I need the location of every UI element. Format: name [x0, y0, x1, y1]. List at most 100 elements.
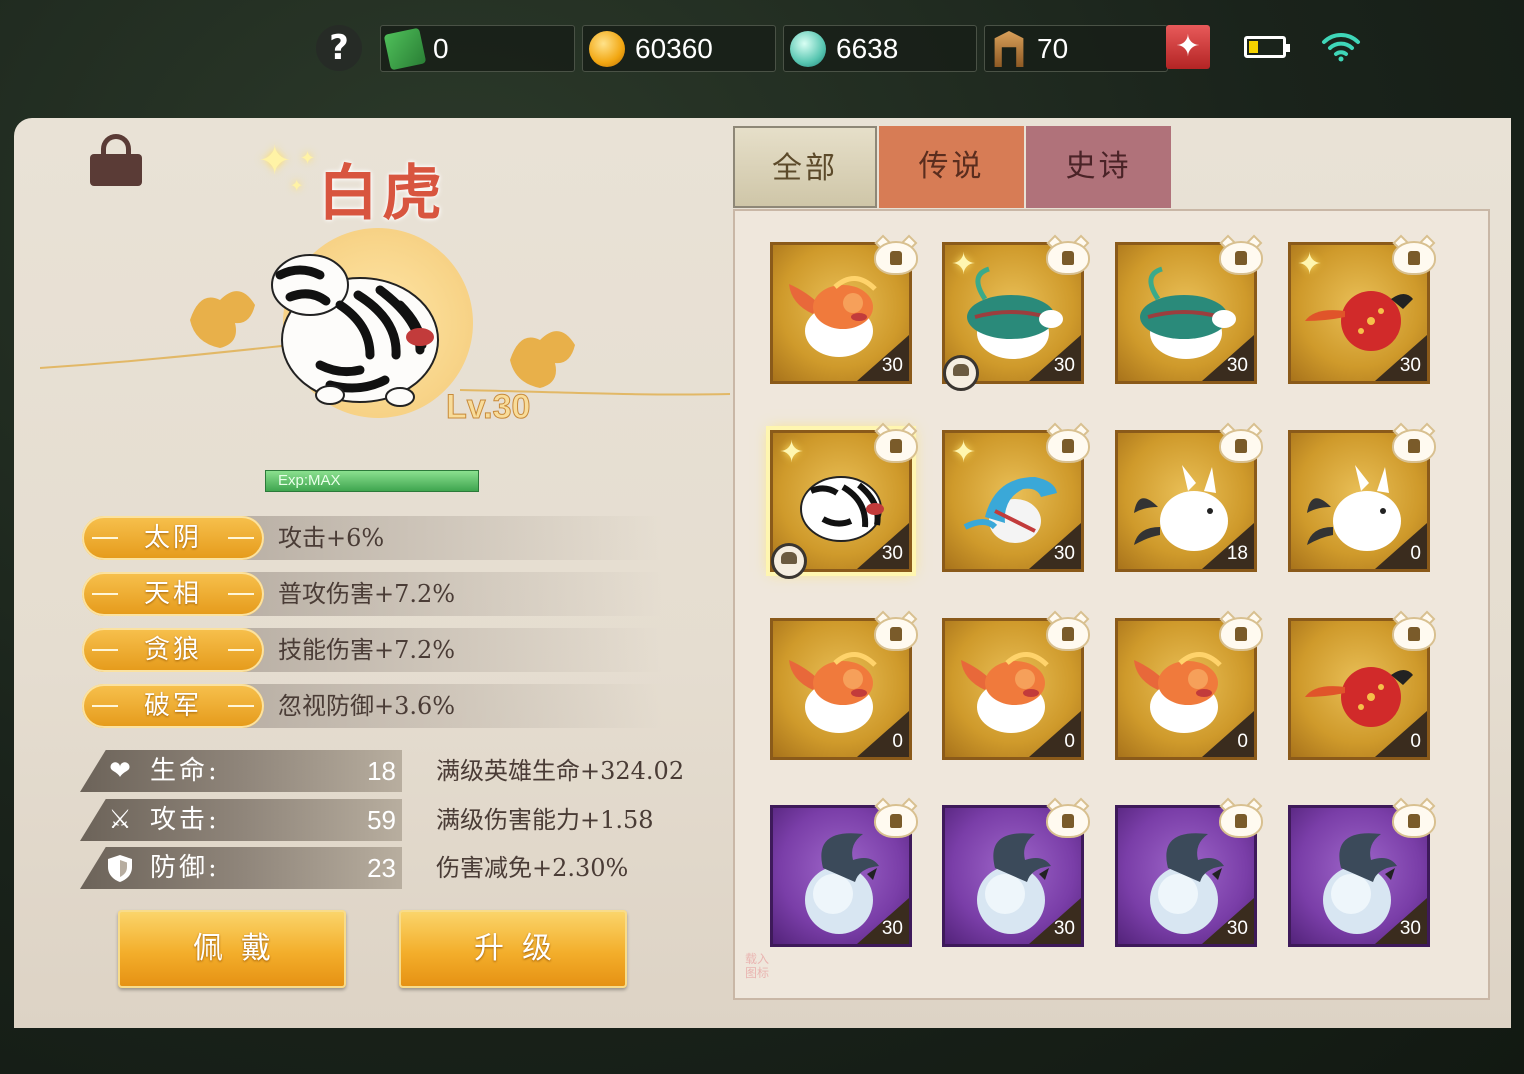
pet-card-bat[interactable]: 30 — [1288, 797, 1436, 947]
pet-card-fox[interactable]: 0 — [942, 610, 1090, 760]
wifi-icon — [1320, 30, 1362, 62]
pet-level: 30 — [881, 543, 903, 564]
attribute-desc: 普攻伤害+7.2% — [278, 580, 456, 608]
pet-level: 0 — [1410, 731, 1421, 752]
sparkle-icon: ✦ — [290, 176, 304, 195]
gold-counter[interactable]: 60360 — [582, 25, 776, 72]
sparkle-icon: ✦ — [951, 247, 977, 282]
pet-card-dragon[interactable]: ✦ 30 — [942, 422, 1090, 572]
gold-value: 60360 — [635, 33, 713, 64]
cat-lock-icon[interactable] — [1389, 610, 1439, 655]
ticket-icon — [383, 27, 427, 71]
top-bar: ? 0 60360 6638 70 ✦ — [0, 0, 1524, 100]
attribute-desc: 攻击+6% — [278, 524, 385, 552]
attribute-row: 破军 忽视防御+3.6% — [82, 684, 662, 728]
cat-lock-icon[interactable] — [1216, 797, 1266, 842]
pet-card-rabbit[interactable]: 18 — [1115, 422, 1263, 572]
cat-lock-icon[interactable] — [1389, 234, 1439, 279]
upgrade-button[interactable]: 升级 — [399, 910, 627, 988]
cat-lock-icon[interactable] — [871, 234, 921, 279]
pet-card-rabbit[interactable]: 0 — [1288, 422, 1436, 572]
sparkle-button[interactable]: ✦ — [1166, 25, 1210, 69]
pet-level: 0 — [1064, 731, 1075, 752]
pet-level: 18 — [1226, 543, 1248, 564]
gold-ingot-icon — [589, 31, 625, 67]
sparkle-icon: ✦ — [779, 435, 805, 470]
help-button[interactable]: ? — [316, 25, 362, 71]
tab-legendary[interactable]: 传说 — [879, 126, 1024, 208]
cat-lock-icon[interactable] — [1389, 797, 1439, 842]
attribute-desc: 技能伤害+7.2% — [278, 636, 456, 664]
attribute-tag: 太阴 — [82, 516, 264, 560]
pet-card-turtle[interactable]: 30 — [1115, 234, 1263, 384]
stat-row-hp: ❤ 生命: 18 满级英雄生命+324.02 — [80, 750, 740, 792]
equipped-badge-icon — [771, 543, 807, 579]
attribute-row: 贪狼 技能伤害+7.2% — [82, 628, 662, 672]
pet-card-fox[interactable]: 0 — [1115, 610, 1263, 760]
jade-icon — [790, 31, 826, 67]
cat-lock-icon[interactable] — [871, 610, 921, 655]
attribute-row: 天相 普攻伤害+7.2% — [82, 572, 662, 616]
cat-lock-icon[interactable] — [1216, 422, 1266, 467]
gate-icon — [994, 31, 1024, 67]
pet-card-turtle[interactable]: ✦ 30 — [942, 234, 1090, 391]
pet-card-fox[interactable]: 0 — [770, 610, 918, 760]
pet-level: 0 — [1237, 731, 1248, 752]
cat-lock-icon[interactable] — [1043, 422, 1093, 467]
tab-epic[interactable]: 史诗 — [1026, 126, 1171, 208]
pet-level: 30 — [1053, 355, 1075, 376]
pet-level: 30 — [1053, 918, 1075, 939]
watermark-stamp: 载入 图标 — [745, 952, 770, 980]
pet-card-bird[interactable]: 0 — [1288, 610, 1436, 760]
stat-row-defense: 防御: 23 伤害减免+2.30% — [80, 847, 740, 889]
sparkle-icon: ✦ — [258, 138, 292, 184]
pet-card-bat[interactable]: 30 — [770, 797, 918, 947]
pet-level: 30 — [1399, 918, 1421, 939]
hero-name: 白虎 — [318, 159, 446, 229]
pet-card-bat[interactable]: 30 — [1115, 797, 1263, 947]
pet-level: 30 — [1226, 355, 1248, 376]
equip-button[interactable]: 佩戴 — [118, 910, 346, 988]
exp-bar: Exp:MAX — [265, 470, 479, 492]
cat-lock-icon[interactable] — [871, 797, 921, 842]
pet-level: 30 — [881, 918, 903, 939]
sparkle-icon: ✦ — [1297, 247, 1323, 282]
sparkle-icon: ✦ — [951, 435, 977, 470]
jade-value: 6638 — [836, 33, 899, 64]
jade-counter[interactable]: 6638 — [783, 25, 977, 72]
attribute-desc: 忽视防御+3.6% — [278, 692, 456, 720]
exp-label: Exp:MAX — [278, 472, 341, 489]
cat-lock-icon[interactable] — [1043, 234, 1093, 279]
swords-icon: ⚔ — [108, 805, 132, 835]
gate-value: 70 — [1037, 33, 1069, 64]
gate-counter[interactable]: 70 — [984, 25, 1168, 72]
cat-lock-icon[interactable] — [871, 422, 921, 467]
heart-icon: ❤ — [109, 756, 131, 786]
white-tiger-art — [271, 254, 439, 407]
lock-icon[interactable] — [90, 134, 142, 186]
equipped-badge-icon — [943, 355, 979, 391]
cat-lock-icon[interactable] — [1389, 422, 1439, 467]
pet-level: 30 — [1226, 918, 1248, 939]
ticket-counter[interactable]: 0 — [380, 25, 575, 72]
cat-lock-icon[interactable] — [1043, 610, 1093, 655]
attribute-row: 太阴 攻击+6% — [82, 516, 662, 560]
pet-card-bat[interactable]: 30 — [942, 797, 1090, 947]
cat-lock-icon[interactable] — [1216, 610, 1266, 655]
sparkle-icon: ✦ — [300, 148, 316, 169]
attribute-tag: 天相 — [82, 572, 264, 616]
attribute-tag: 贪狼 — [82, 628, 264, 672]
battery-icon — [1244, 36, 1290, 58]
pet-level: 30 — [1053, 543, 1075, 564]
cat-lock-icon[interactable] — [1216, 234, 1266, 279]
pet-level: 30 — [1399, 355, 1421, 376]
pet-card-fox[interactable]: 30 — [770, 234, 918, 384]
pet-card-bird[interactable]: ✦ 30 — [1288, 234, 1436, 384]
pet-level: 0 — [1410, 543, 1421, 564]
pet-card-tiger[interactable]: ✦ 30 — [770, 422, 918, 579]
tab-all[interactable]: 全部 — [733, 126, 877, 208]
hero-level: Lv.30 — [445, 388, 531, 427]
cat-lock-icon[interactable] — [1043, 797, 1093, 842]
attribute-tag: 破军 — [82, 684, 264, 728]
pet-level: 0 — [892, 731, 903, 752]
